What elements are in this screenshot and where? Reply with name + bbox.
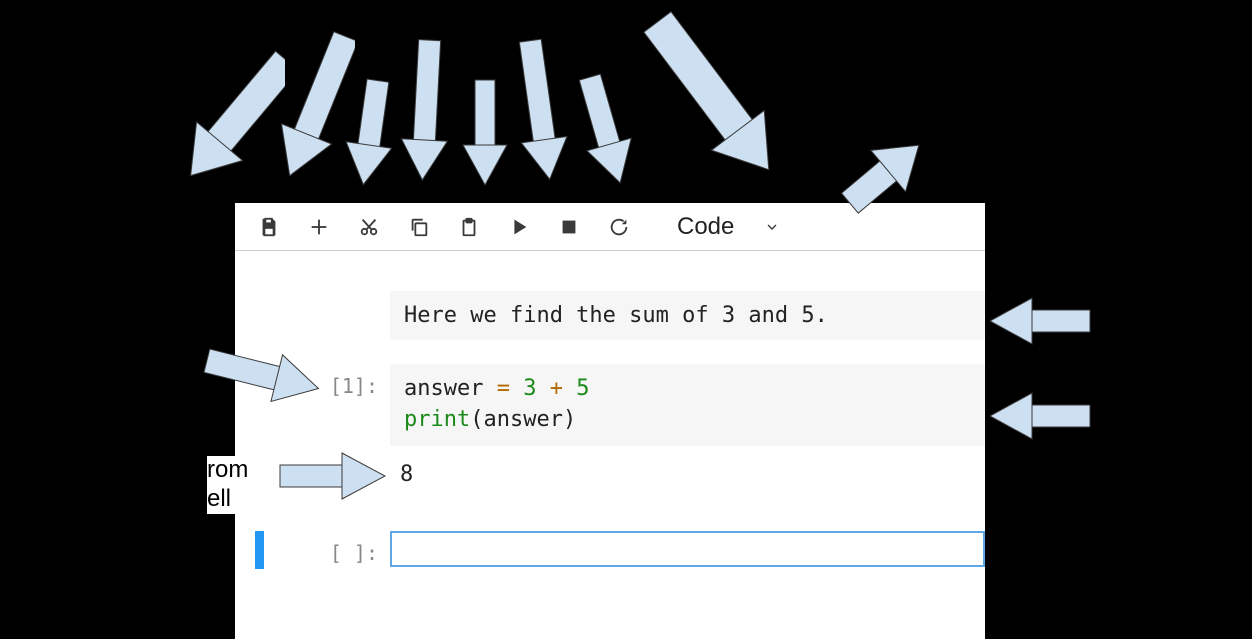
code-token: answer bbox=[404, 376, 497, 401]
cut-button[interactable] bbox=[355, 213, 383, 241]
code-token: 3 bbox=[510, 376, 550, 401]
annotation-arrow bbox=[835, 120, 935, 230]
interrupt-button[interactable] bbox=[555, 213, 583, 241]
run-button[interactable] bbox=[505, 213, 533, 241]
annotation-arrow bbox=[185, 30, 285, 200]
annotation-arrow bbox=[195, 340, 325, 410]
code-token: 5 bbox=[563, 376, 590, 401]
stop-icon bbox=[558, 216, 580, 238]
code-token: ( bbox=[470, 407, 483, 432]
annotation-arrow bbox=[505, 30, 575, 190]
play-icon bbox=[508, 216, 530, 238]
cell-type-label: Code bbox=[677, 213, 734, 241]
code-token: + bbox=[550, 376, 563, 401]
save-icon bbox=[258, 216, 280, 238]
save-button[interactable] bbox=[255, 213, 283, 241]
cell-type-dropdown[interactable]: Code bbox=[665, 209, 792, 245]
code-input[interactable]: answer = 3 + 5 print(answer) bbox=[390, 364, 985, 446]
annotation-arrow bbox=[570, 65, 640, 195]
code-cell-1[interactable]: [1]: answer = 3 + 5 print(answer) bbox=[235, 364, 985, 446]
annotation-arrow bbox=[990, 290, 1100, 350]
plus-icon bbox=[308, 216, 330, 238]
refresh-icon bbox=[608, 216, 630, 238]
copy-icon bbox=[408, 216, 430, 238]
code-token: = bbox=[497, 376, 510, 401]
notebook-panel: Code Here we find the sum of 3 and 5. [1… bbox=[235, 203, 985, 639]
execution-count-empty: [ ]: bbox=[310, 531, 390, 565]
cells-container: Here we find the sum of 3 and 5. [1]: an… bbox=[235, 251, 985, 569]
output-text: 8 bbox=[390, 462, 985, 487]
cropped-label-line: rom bbox=[207, 456, 248, 485]
copy-button[interactable] bbox=[405, 213, 433, 241]
annotation-arrow bbox=[640, 0, 780, 195]
paste-button[interactable] bbox=[455, 213, 483, 241]
add-cell-button[interactable] bbox=[305, 213, 333, 241]
chevron-down-icon bbox=[764, 219, 780, 235]
code-token: answer bbox=[483, 407, 562, 432]
annotation-arrow bbox=[395, 30, 455, 190]
markdown-cell[interactable]: Here we find the sum of 3 and 5. bbox=[390, 291, 985, 340]
clipboard-icon bbox=[458, 216, 480, 238]
code-token: ) bbox=[563, 407, 576, 432]
code-token: print bbox=[404, 407, 470, 432]
annotation-arrow bbox=[990, 385, 1100, 445]
scissors-icon bbox=[358, 216, 380, 238]
cropped-label-line: ell bbox=[207, 485, 248, 514]
restart-button[interactable] bbox=[605, 213, 633, 241]
code-cell-2[interactable]: [ ]: bbox=[235, 531, 985, 569]
active-cell-indicator bbox=[255, 531, 264, 569]
annotation-arrow bbox=[340, 70, 400, 190]
cropped-label: rom ell bbox=[207, 456, 248, 514]
code-input-empty[interactable] bbox=[390, 531, 985, 567]
annotation-arrow bbox=[270, 445, 390, 505]
